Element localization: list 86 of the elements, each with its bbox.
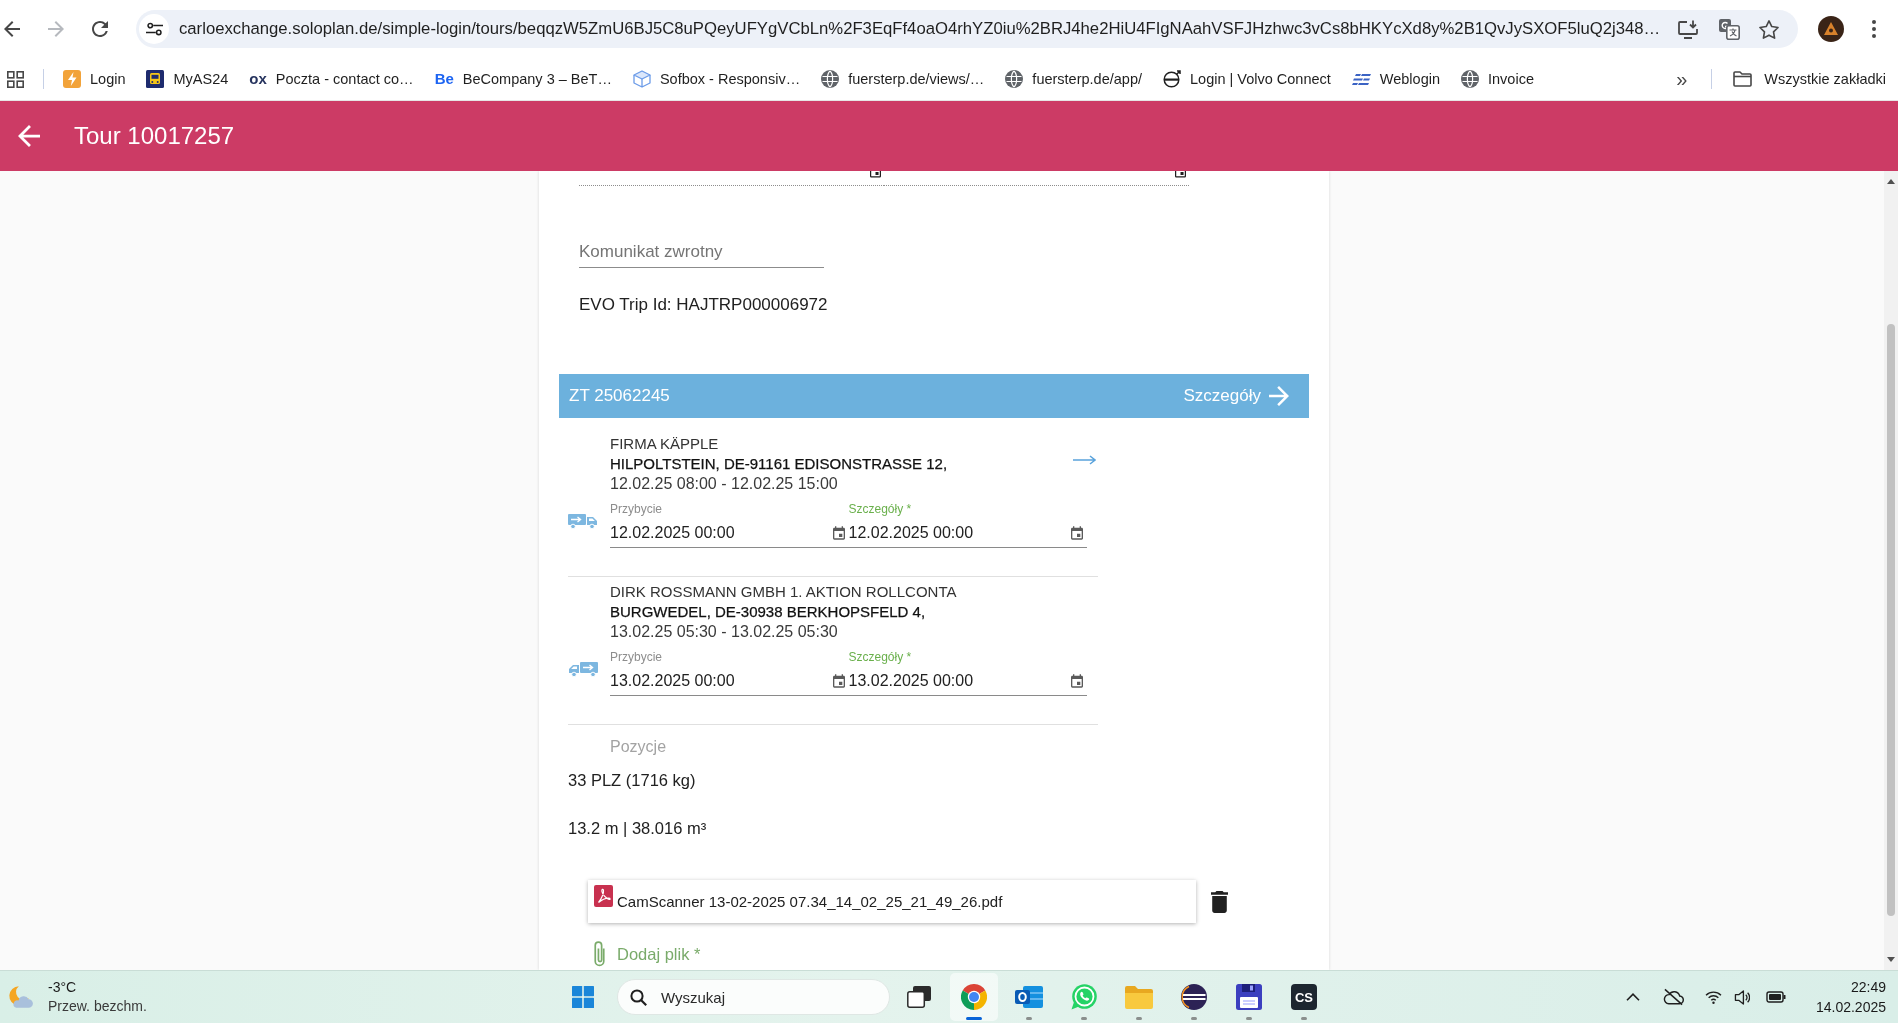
position-text: 13.2 m | 38.016 m³ bbox=[568, 818, 707, 838]
more-menu-icon[interactable] bbox=[1872, 20, 1876, 38]
globe-icon[interactable] bbox=[821, 70, 840, 88]
address-bar[interactable]: carloexchange.soloplan.de/simple-login/tours/beqqzW5ZmU6BJ5C8uPQeyUFYgVCbLn%2F3EqFf4oaO4rhYZ0iu%2BRJ4he2HiU4FIgNAahVSFJHzhwc3vCs8bHKYcXd8y%2B1QvJySXOF5luQ2j348… bbox=[136, 10, 1798, 48]
wifi-icon[interactable] bbox=[1704, 990, 1722, 1004]
windows-logo-icon[interactable] bbox=[572, 986, 594, 1008]
globe-icon[interactable] bbox=[1005, 70, 1024, 88]
file-attachment[interactable]: CamScanner 13-02-2025 07.34_14_02_25_21_49_26.pdf bbox=[588, 880, 1196, 923]
bookmark-item[interactable]: fuersterp.de/views/… bbox=[821, 70, 985, 88]
bookmark-item[interactable]: Invoice bbox=[1461, 70, 1534, 88]
calendar-icon[interactable] bbox=[1071, 526, 1083, 540]
trip-id-text: EVO Trip Id: HAJTRP000006972 bbox=[579, 295, 828, 315]
speaker-icon[interactable] bbox=[1733, 989, 1750, 1005]
bookmark-item[interactable]: ox Poczta - contact co… bbox=[249, 70, 414, 88]
avatar-icon[interactable] bbox=[1818, 16, 1844, 42]
trash-icon[interactable] bbox=[1211, 890, 1228, 913]
stop-address: BURGWEDEL, DE-30938 BERKHOPSFELD 4, bbox=[610, 602, 926, 622]
field-label: Przybycie bbox=[610, 502, 662, 516]
calendar-icon[interactable] bbox=[832, 526, 845, 540]
clock-time[interactable]: 22:49 bbox=[1850, 977, 1886, 997]
time-window: 13.02.25 05:30 - 13.02.25 05:30 bbox=[610, 622, 838, 642]
position-text: 33 PLZ (1716 kg) bbox=[568, 770, 696, 790]
pdf-file-icon[interactable] bbox=[594, 885, 613, 907]
bookmark-item[interactable]: Weblogin bbox=[1351, 71, 1440, 87]
date-field[interactable]: 13.02.2025 00:00 bbox=[610, 664, 849, 696]
weather-condition-text[interactable]: Przew. bezchm. bbox=[48, 997, 147, 1016]
striped-logo-icon[interactable] bbox=[1351, 73, 1371, 85]
bus-icon[interactable] bbox=[146, 70, 165, 88]
chevron-up-icon[interactable] bbox=[1625, 993, 1640, 1001]
translate-icon[interactable] bbox=[1718, 18, 1740, 40]
field-label: Szczegóły * bbox=[848, 502, 912, 516]
battery-icon[interactable] bbox=[1765, 991, 1786, 1003]
taskbar-button[interactable]: CS bbox=[1280, 973, 1328, 1021]
time-window: 12.02.25 08:00 - 12.02.25 15:00 bbox=[610, 474, 838, 494]
truck-icon bbox=[568, 661, 598, 677]
date-field[interactable]: 12.02.2025 00:00 bbox=[610, 516, 849, 548]
stop-name: DIRK ROSSMANN GMBH 1. AKTION ROLLCONTA bbox=[610, 582, 957, 602]
tune-icon[interactable] bbox=[145, 22, 163, 36]
temperature-text[interactable]: -3°C bbox=[48, 978, 77, 997]
reload-icon[interactable] bbox=[92, 21, 108, 37]
calendar-icon[interactable] bbox=[832, 674, 845, 688]
bookmark-item[interactable]: Sofbox - Responsiv… bbox=[632, 70, 801, 88]
clock-date[interactable]: 14.02.2025 bbox=[1815, 997, 1886, 1017]
arrow-left-icon[interactable] bbox=[18, 125, 40, 147]
search-field[interactable]: Wyszukaj bbox=[617, 979, 890, 1015]
truck-icon bbox=[568, 513, 598, 529]
all-bookmarks-button[interactable]: Wszystkie zakładki bbox=[1733, 71, 1886, 87]
ring-logo-icon[interactable] bbox=[1163, 70, 1181, 88]
stop-address: HILPOLTSTEIN, DE-91161 EDISONSTRASSE 12, bbox=[610, 454, 948, 474]
calendar-icon[interactable] bbox=[1071, 674, 1083, 688]
bookmark-item[interactable]: Be BeCompany 3 – BeT… bbox=[434, 70, 612, 88]
search-icon[interactable] bbox=[630, 989, 647, 1006]
field-label: Przybycie bbox=[610, 650, 662, 664]
site-info-button[interactable] bbox=[139, 14, 169, 44]
browser-icon[interactable] bbox=[961, 984, 987, 1010]
bookmark-item[interactable]: MyAS24 bbox=[146, 70, 229, 88]
scroll-down-arrow-icon[interactable] bbox=[1887, 957, 1895, 962]
date-field[interactable]: 13.02.2025 00:00 bbox=[848, 664, 1087, 696]
bookmark-item[interactable]: fuersterp.de/app/ bbox=[1005, 70, 1142, 88]
install-icon[interactable] bbox=[1678, 19, 1699, 39]
more-bookmarks-button[interactable]: » bbox=[1676, 69, 1688, 89]
bookmark-item[interactable]: Login bbox=[63, 70, 126, 88]
scroll-up-arrow-icon[interactable] bbox=[1887, 179, 1895, 184]
scrollbar[interactable] bbox=[1884, 171, 1898, 970]
paperclip-icon[interactable] bbox=[594, 941, 605, 967]
arrow-left-icon[interactable] bbox=[4, 21, 20, 37]
apps-grid-icon[interactable] bbox=[7, 70, 24, 88]
cloud-off-icon[interactable] bbox=[1662, 988, 1684, 1006]
date-field[interactable]: 12.02.2025 00:00 bbox=[848, 516, 1087, 548]
section-label: Pozycje bbox=[610, 737, 667, 757]
stop-name: FIRMA KÄPPLE bbox=[610, 434, 719, 454]
scrollbar-thumb[interactable] bbox=[1887, 324, 1895, 916]
order-number: ZT 25062245 bbox=[569, 386, 670, 406]
site-logo[interactable]: ox bbox=[249, 70, 267, 88]
page-title: Tour 10017257 bbox=[74, 122, 235, 150]
task-view-icon[interactable] bbox=[907, 986, 931, 1008]
site-logo[interactable]: Be bbox=[434, 70, 454, 88]
globe-icon[interactable] bbox=[1461, 70, 1479, 88]
mail-app-icon[interactable] bbox=[1015, 984, 1043, 1010]
field-label: Szczegóły * bbox=[848, 650, 912, 664]
star-icon[interactable] bbox=[1759, 19, 1779, 39]
bookmark-item[interactable]: Login | Volvo Connect bbox=[1163, 70, 1331, 88]
app-logo[interactable]: CS bbox=[1291, 984, 1317, 1010]
striped-sphere-icon[interactable] bbox=[1181, 984, 1207, 1010]
feedback-field[interactable]: Komunikat zwrotny bbox=[579, 237, 824, 268]
folder-icon[interactable] bbox=[1733, 71, 1753, 87]
